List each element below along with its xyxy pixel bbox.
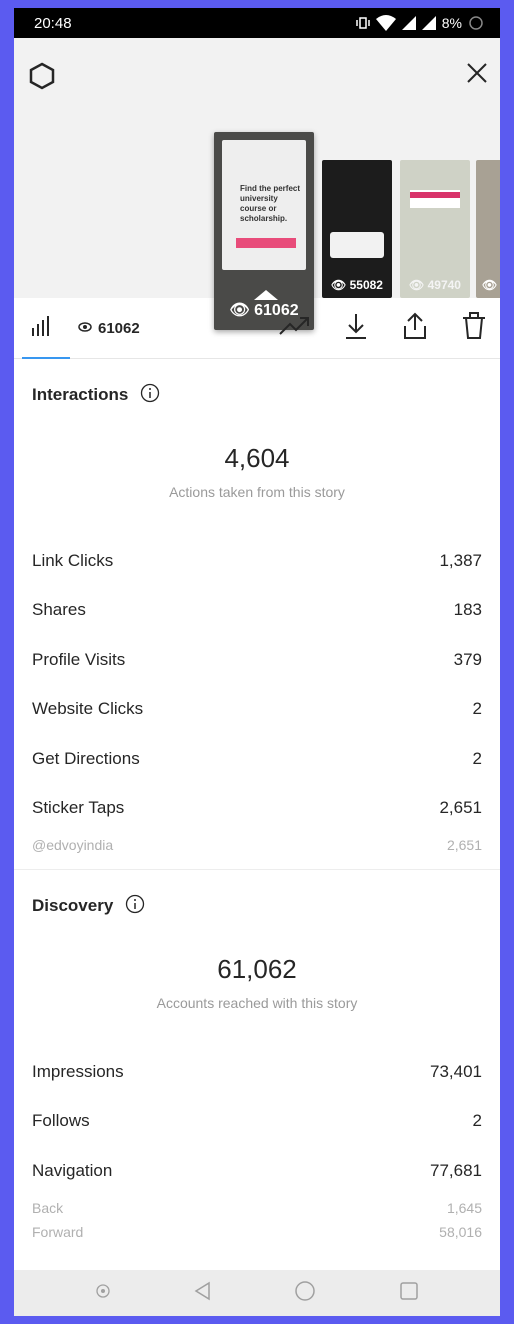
close-icon[interactable] (464, 60, 490, 91)
info-icon[interactable] (140, 383, 160, 408)
signal-icon-2 (421, 16, 436, 30)
story-header: Find the perfect university course or sc… (14, 38, 500, 330)
metric-value: 2 (472, 699, 482, 719)
metric-subrow: @edvoyindia 2,651 (32, 833, 482, 857)
metric-value: 77,681 (430, 1160, 482, 1180)
interactions-total: 4,604 (224, 443, 290, 473)
metric-label: Get Directions (32, 748, 140, 768)
metric-label: Website Clicks (32, 699, 144, 719)
thumbnail-views: 👁 55082 (331, 278, 383, 292)
discovery-section: Discovery 61,062 Accounts reached with t… (14, 870, 500, 1244)
back-icon[interactable] (194, 1281, 212, 1306)
interactions-caption: Actions taken from this story (169, 484, 345, 500)
thumbnail-text: Find the perfect university course or sc… (240, 184, 301, 223)
home-icon[interactable] (294, 1280, 316, 1307)
metric-row: Shares 183 (32, 586, 482, 636)
trending-icon[interactable] (278, 314, 310, 343)
interactions-section: Interactions 4,604 Actions taken from th… (14, 359, 500, 857)
metric-label: Link Clicks (32, 550, 114, 570)
thumbnail-views-value: 55082 (349, 278, 383, 292)
story-thumbnail[interactable]: 👁 49740 (400, 160, 470, 298)
metric-value: 183 (453, 600, 482, 620)
phone-screen: 20:48 8% Find the perfect university cou… (14, 8, 500, 1316)
metric-row: Get Directions 2 (32, 734, 482, 784)
metric-value: 2 (472, 1111, 482, 1131)
metric-row: Navigation 77,681 (32, 1146, 482, 1196)
metric-row: Website Clicks 2 (32, 685, 482, 735)
status-bar: 20:48 8% (14, 8, 500, 38)
discovery-caption: Accounts reached with this story (156, 995, 358, 1011)
story-toolbar: 61062 (14, 298, 500, 359)
metric-value: 1,387 (439, 550, 482, 570)
battery-icon (468, 15, 484, 31)
section-title: Interactions (32, 385, 129, 404)
metric-subrow: Back 1,645 (32, 1196, 482, 1220)
metric-value: 2 (472, 748, 482, 768)
metric-row: Profile Visits 379 (32, 635, 482, 685)
metric-subvalue: 58,016 (439, 1223, 482, 1240)
share-icon[interactable] (402, 312, 428, 345)
thumbnail-button (236, 238, 296, 248)
metric-value: 2,651 (439, 798, 482, 818)
tab-insights[interactable] (14, 298, 70, 359)
story-thumbnail[interactable]: 👁 4 (476, 160, 500, 298)
discovery-total: 61,062 (217, 954, 297, 984)
settings-icon[interactable] (28, 62, 56, 95)
assistant-icon[interactable] (95, 1283, 111, 1304)
metric-label: Sticker Taps (32, 798, 125, 818)
metric-label: Shares (32, 600, 86, 620)
story-thumbnail[interactable]: 👁 55082 (322, 160, 392, 298)
thumbnail-preview: Find the perfect university course or sc… (222, 140, 306, 270)
metric-sublabel: Forward (32, 1223, 84, 1240)
metric-value: 379 (453, 649, 482, 669)
reach-count: 61062 (78, 320, 140, 337)
metric-label: Impressions (32, 1061, 124, 1081)
metric-value: 73,401 (430, 1061, 482, 1081)
section-title: Discovery (32, 896, 114, 915)
metric-row: Follows 2 (32, 1097, 482, 1147)
vibrate-icon (356, 16, 370, 30)
thumbnail-views: 👁 4 (482, 278, 500, 292)
metric-sublabel: Back (32, 1199, 64, 1216)
system-nav-bar (14, 1270, 500, 1316)
download-icon[interactable] (344, 312, 368, 345)
battery-percent: 8% (441, 15, 462, 31)
metric-subrow: Forward 58,016 (32, 1220, 482, 1244)
metric-subvalue: 2,651 (446, 837, 482, 853)
wifi-icon (375, 15, 396, 31)
metric-row: Impressions 73,401 (32, 1047, 482, 1097)
thumbnail-banner (410, 192, 460, 198)
metric-label: Follows (32, 1111, 90, 1131)
eye-icon (78, 320, 92, 337)
recents-icon[interactable] (399, 1281, 419, 1306)
thumbnail-views: 👁 49740 (409, 278, 461, 292)
tab-indicator (22, 357, 70, 359)
bar-chart-icon (31, 315, 53, 341)
metric-subvalue: 1,645 (446, 1199, 482, 1216)
trash-icon[interactable] (462, 311, 486, 345)
thumbnail-views-value: 49740 (427, 278, 461, 292)
status-time: 20:48 (34, 14, 72, 32)
signal-icon (401, 16, 416, 30)
metric-row: Sticker Taps 2,651 (32, 784, 482, 834)
metric-row: Link Clicks 1,387 (32, 536, 482, 586)
metric-label: Profile Visits (32, 649, 126, 669)
thumbnail-card (330, 232, 384, 258)
info-icon[interactable] (125, 894, 145, 919)
metric-label: Navigation (32, 1160, 113, 1180)
reach-value: 61062 (98, 319, 140, 337)
metric-sublabel: @edvoyindia (32, 837, 114, 853)
